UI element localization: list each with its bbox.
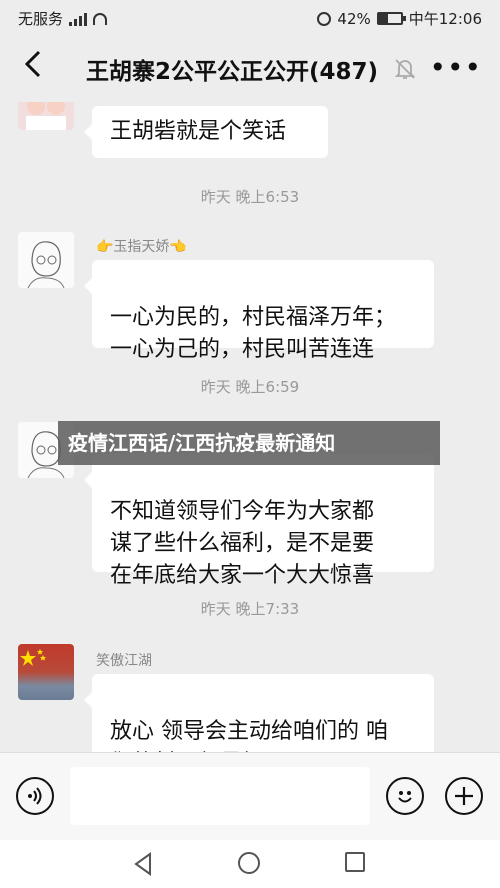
voice-icon [28, 787, 42, 805]
message-timestamp: 昨天 晚上7:33 [200, 600, 300, 618]
battery-icon [376, 12, 406, 25]
bell-muted-icon [394, 59, 416, 79]
plus-icon [455, 787, 473, 805]
battery-percent: 42% [337, 9, 371, 28]
status-right: 42% 中午12:06 [317, 8, 482, 29]
alarm-icon [317, 11, 332, 26]
message-text: 王胡砦就是个笑话 [110, 119, 287, 144]
triangle-back-icon[interactable] [128, 850, 158, 878]
carrier-label: 无服务 [18, 10, 64, 28]
avatar-sketch-girl-icon [18, 232, 74, 288]
more-button[interactable]: ••• [429, 54, 482, 82]
message-timestamp: 昨天 晚上6:59 [200, 378, 300, 396]
message-text: 放心 领导会主动给咱们的 咱 们的村干部最好了 [110, 719, 388, 752]
emoji-button[interactable] [386, 777, 424, 815]
avatar[interactable] [18, 232, 74, 288]
sender-name: 👉玉指天娇👈 [96, 239, 187, 255]
message-bubble[interactable]: 一心为民的，村民福泽万年； 一心为己的，村民叫苦连连 [84, 260, 434, 362]
clock: 中午12:06 [408, 10, 482, 28]
message-bubble[interactable]: 王胡砦就是个笑话 [84, 106, 328, 158]
status-bar: 无服务 42% 中午12:06 [0, 0, 500, 34]
voice-button[interactable] [16, 777, 54, 815]
chat-title: 王胡寨2公平公正公开(487) [86, 59, 379, 85]
system-nav-bar [0, 840, 500, 888]
status-left: 无服务 [18, 8, 108, 29]
plus-button[interactable] [445, 777, 483, 815]
wifi-icon [93, 12, 108, 25]
message-text: 一心为民的，村民福泽万年； 一心为己的，村民叫苦连连 [110, 305, 397, 362]
chat-header: 王胡寨2公平公正公开(487) ••• [0, 34, 500, 102]
sender-name: 笑傲江湖 [96, 653, 152, 669]
battery-fill [378, 14, 388, 23]
circle-home-icon[interactable] [238, 852, 260, 874]
caption-overlay: 疫情江西话/江西抗疫最新通知 [58, 421, 440, 465]
back-button[interactable] [14, 48, 50, 88]
message-input[interactable] [70, 767, 370, 825]
signal-icon [69, 12, 88, 26]
message-bubble[interactable]: 放心 领导会主动给咱们的 咱 们的村干部最好了 [84, 674, 434, 752]
avatar-illustration-icon [26, 102, 66, 130]
message-text: 不知道领导们今年为大家都 谋了些什么福利，是不是要 在年底给大家一个大大惊喜 [110, 499, 375, 588]
flag-star-icon [20, 649, 46, 666]
avatar[interactable] [18, 644, 74, 700]
chevron-left-icon [24, 50, 41, 78]
square-recent-icon[interactable] [345, 852, 365, 872]
input-bar [0, 752, 500, 841]
ellipsis-icon: ••• [429, 51, 482, 84]
avatar[interactable] [18, 102, 74, 130]
emoji-icon [398, 791, 412, 803]
message-timestamp: 昨天 晚上6:53 [200, 188, 300, 206]
message-bubble[interactable]: 不知道领导们今年为大家都 谋了些什么福利，是不是要 在年底给大家一个大大惊喜 [84, 454, 434, 588]
